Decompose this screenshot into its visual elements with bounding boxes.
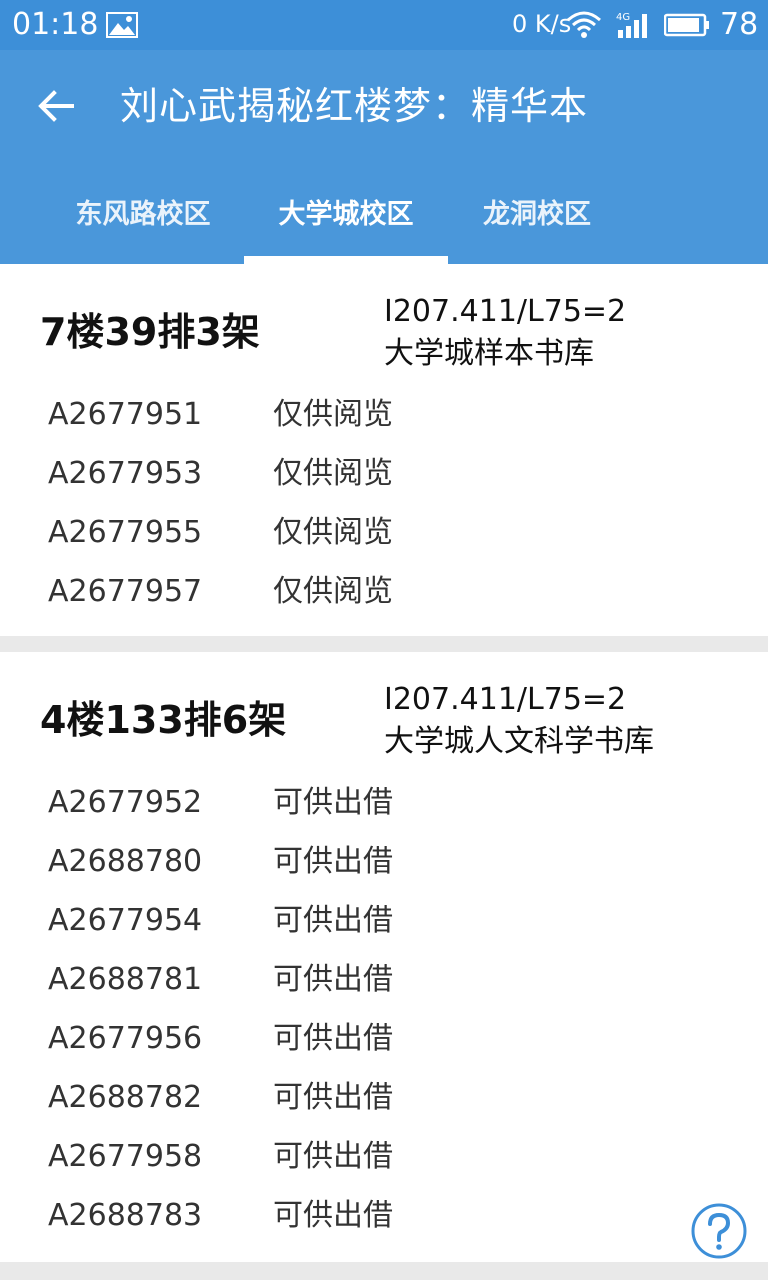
wifi-icon <box>567 11 601 38</box>
back-arrow-icon[interactable] <box>36 86 76 126</box>
item-status: 可供出借 <box>273 1021 393 1056</box>
item-status: 可供出借 <box>273 962 393 997</box>
list-item: A2677958 可供出借 <box>48 1132 648 1182</box>
svg-text:4G: 4G <box>616 12 630 23</box>
item-barcode: A2677952 <box>48 785 203 820</box>
call-number: I207.411/L75=2 <box>384 294 627 329</box>
item-barcode: A2677954 <box>48 903 203 938</box>
list-item: A2688781 可供出借 <box>48 955 648 1005</box>
item-barcode: A2677958 <box>48 1139 203 1174</box>
tab-daxuecheng[interactable]: 大学城校区 <box>244 188 448 252</box>
active-tab-indicator <box>244 256 448 264</box>
item-barcode: A2677953 <box>48 456 203 491</box>
shelf-location: 7楼39排3架 <box>40 310 260 354</box>
item-barcode: A2677957 <box>48 574 203 609</box>
list-item: A2677951 仅供阅览 <box>48 390 648 440</box>
item-barcode: A2677951 <box>48 397 203 432</box>
item-barcode: A2688780 <box>48 844 203 879</box>
library-name: 大学城样本书库 <box>384 336 594 371</box>
item-status: 可供出借 <box>273 903 393 938</box>
list-item: A2688780 可供出借 <box>48 837 648 887</box>
list-item: A2688782 可供出借 <box>48 1073 648 1123</box>
list-item: A2677957 仅供阅览 <box>48 567 648 617</box>
item-barcode: A2688783 <box>48 1198 203 1233</box>
item-barcode: A2688781 <box>48 962 203 997</box>
item-status: 可供出借 <box>273 1080 393 1115</box>
item-barcode: A2688782 <box>48 1080 203 1115</box>
app-bar: 刘心武揭秘红楼梦：精华本 东风路校区 大学城校区 龙洞校区 <box>0 50 768 264</box>
item-status: 仅供阅览 <box>273 574 393 609</box>
list-item: A2688783 可供出借 <box>48 1191 648 1241</box>
list-item: A2677952 可供出借 <box>48 778 648 828</box>
status-time: 01:18 <box>12 7 99 42</box>
item-barcode: A2677956 <box>48 1021 203 1056</box>
battery-level: 78 <box>720 7 759 42</box>
list-item: A2677954 可供出借 <box>48 896 648 946</box>
shelf-location: 4楼133排6架 <box>40 698 287 742</box>
holding-card: 4楼133排6架 I207.411/L75=2 大学城人文科学书库 A26779… <box>0 652 768 1262</box>
list-item: A2677955 仅供阅览 <box>48 508 648 558</box>
item-barcode: A2677955 <box>48 515 203 550</box>
battery-icon <box>664 13 709 37</box>
list-item: A2677956 可供出借 <box>48 1014 648 1064</box>
image-icon <box>106 12 138 38</box>
help-icon[interactable] <box>690 1202 748 1260</box>
item-status: 仅供阅览 <box>273 456 393 491</box>
tab-dongfenglu[interactable]: 东风路校区 <box>58 188 228 252</box>
holding-card: 7楼39排3架 I207.411/L75=2 大学城样本书库 A2677951 … <box>0 264 768 636</box>
signal-4g-icon: 4G <box>616 12 647 38</box>
tab-longdong[interactable]: 龙洞校区 <box>462 188 612 252</box>
item-status: 可供出借 <box>273 1198 393 1233</box>
item-status: 可供出借 <box>273 1139 393 1174</box>
list-item: A2677953 仅供阅览 <box>48 449 648 499</box>
item-status: 可供出借 <box>273 785 393 820</box>
item-status: 仅供阅览 <box>273 515 393 550</box>
status-bar: 01:18 0 K/s 4G 78 <box>0 0 768 50</box>
network-speed: 0 K/s <box>512 10 572 38</box>
call-number: I207.411/L75=2 <box>384 682 627 717</box>
page-title: 刘心武揭秘红楼梦：精华本 <box>120 84 589 128</box>
item-status: 可供出借 <box>273 844 393 879</box>
item-status: 仅供阅览 <box>273 397 393 432</box>
library-name: 大学城人文科学书库 <box>384 724 654 759</box>
